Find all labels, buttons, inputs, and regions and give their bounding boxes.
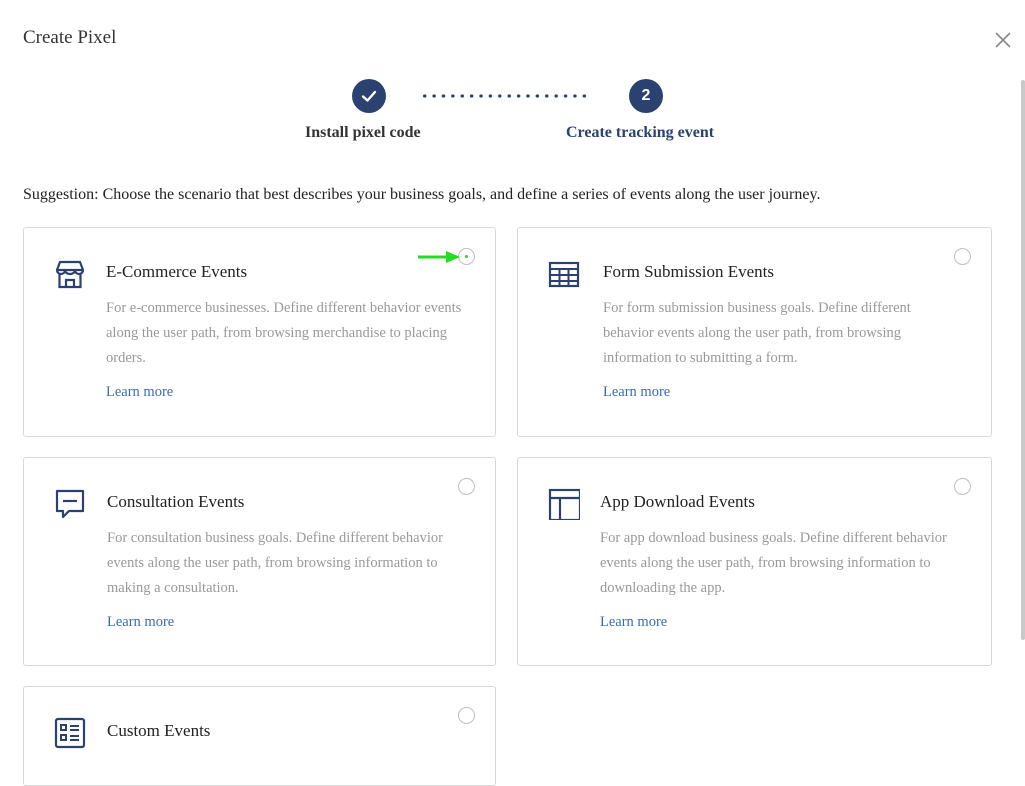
step-connector <box>420 94 588 98</box>
step-1-label: Install pixel code <box>305 124 421 141</box>
card-description: For consultation business goals. Define … <box>107 530 443 596</box>
app-layout-icon <box>548 488 580 520</box>
card-title: Consultation Events <box>107 492 245 511</box>
radio-button[interactable] <box>954 248 971 265</box>
radio-button[interactable] <box>458 478 475 495</box>
learn-more-link[interactable]: Learn more <box>107 614 174 631</box>
card-consultation[interactable]: Consultation Events For consultation bus… <box>23 457 496 666</box>
card-form-submission[interactable]: Form Submission Events For form submissi… <box>517 227 992 437</box>
card-title: Form Submission Events <box>603 262 774 281</box>
radio-button[interactable] <box>954 478 971 495</box>
card-title: E-Commerce Events <box>106 262 248 281</box>
scrollbar[interactable] <box>1021 80 1025 640</box>
radio-dot <box>465 255 468 258</box>
card-custom[interactable]: Custom Events <box>23 686 496 786</box>
learn-more-link[interactable]: Learn more <box>600 614 667 631</box>
dialog-title: Create Pixel <box>23 27 117 48</box>
suggestion-text: Suggestion: Choose the scenario that bes… <box>23 186 821 203</box>
step-2-number: 2 <box>629 79 663 113</box>
card-title: Custom Events <box>107 721 211 740</box>
custom-list-icon <box>54 717 86 749</box>
store-icon <box>55 260 85 289</box>
card-description: For form submission business goals. Defi… <box>603 300 911 366</box>
close-icon[interactable] <box>993 30 1013 50</box>
pointer-arrow-icon <box>418 251 460 263</box>
step-2-label: Create tracking event <box>566 124 715 141</box>
card-app-download[interactable]: App Download Events For app download bus… <box>517 457 992 666</box>
step-1-check-icon <box>352 79 386 113</box>
card-description: For app download business goals. Define … <box>600 530 947 596</box>
card-title: App Download Events <box>600 492 755 511</box>
radio-button[interactable] <box>458 707 475 724</box>
chat-bubble-icon <box>55 489 85 519</box>
stepper: Install pixel code 2 Create tracking eve… <box>0 78 1025 158</box>
learn-more-link[interactable]: Learn more <box>603 384 670 401</box>
learn-more-link[interactable]: Learn more <box>106 384 173 401</box>
form-grid-icon <box>548 261 580 288</box>
card-description: For e-commerce businesses. Define differ… <box>106 300 462 366</box>
